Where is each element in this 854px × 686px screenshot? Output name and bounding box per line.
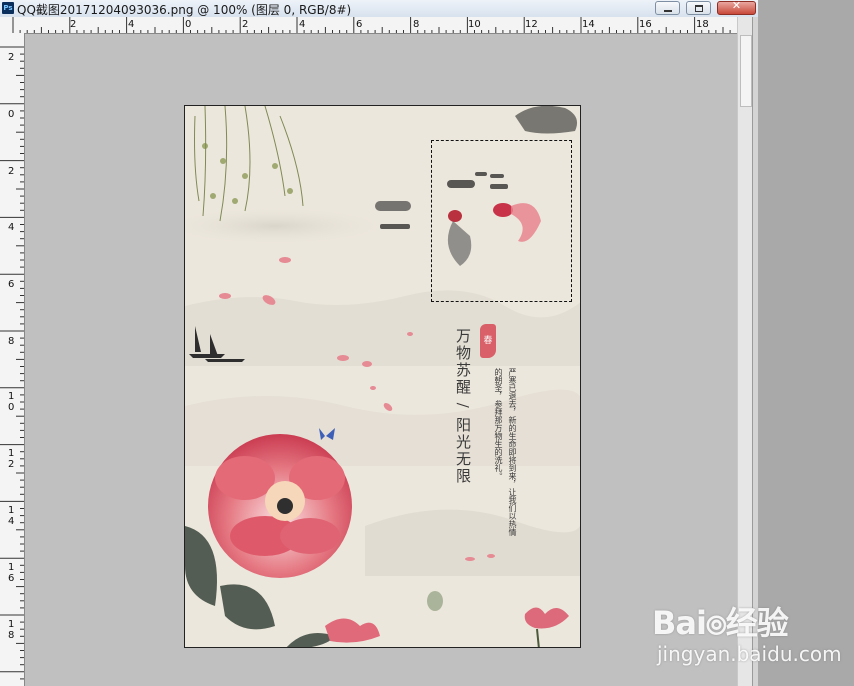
document-image[interactable]: 春 万物苏醒 / 阳光无限 严寒已退去，新的生命即将到来，让我们以热情 的朝圣，…	[184, 105, 581, 648]
ruler-label: 0	[8, 402, 14, 413]
ruler-label: 1	[8, 619, 14, 630]
ruler-label: 2	[70, 19, 76, 30]
watermark-url: jingyan.baidu.com	[657, 642, 842, 666]
ruler-label: 4	[128, 19, 134, 30]
ruler-label: 1	[8, 448, 14, 459]
maximize-button[interactable]	[686, 1, 711, 15]
close-button[interactable]: ✕	[717, 0, 756, 15]
vertical-scrollbar[interactable]	[737, 17, 753, 686]
ruler-label: 4	[8, 516, 14, 527]
ruler-label: 0	[8, 109, 14, 120]
canvas-area[interactable]: 春 万物苏醒 / 阳光无限 严寒已退去，新的生命即将到来，让我们以热情 的朝圣，…	[25, 34, 737, 686]
minimize-button[interactable]	[655, 1, 680, 15]
ruler-label: 4	[299, 19, 305, 30]
ruler-label: 10	[468, 19, 481, 30]
baidu-jingyan-watermark: Bai⦾经验 jingyan.baidu.com	[652, 598, 852, 668]
photoshop-document-window: Ps QQ截图20171204093036.png @ 100% (图层 0, …	[0, 0, 854, 686]
workspace-background	[758, 0, 854, 686]
ruler-label: 16	[639, 19, 652, 30]
willow-branches	[194, 106, 304, 222]
scrollbar-thumb[interactable]	[740, 35, 752, 107]
ruler-label: 6	[8, 573, 14, 584]
mist	[185, 206, 395, 246]
vertical-ruler-ticks: 2 0 2 4 6 8 1 0 1 2 1 4 1 6 1 8	[0, 46, 24, 680]
window-title: QQ截图20171204093036.png @ 100% (图层 0, RGB…	[17, 3, 352, 17]
vertical-ruler[interactable]: 2 0 2 4 6 8 1 0 1 2 1 4 1 6 1 8	[0, 33, 25, 686]
horizontal-ruler[interactable]: 2 4 0 2 4 6 8 10 12 14 16 18	[0, 17, 737, 34]
ruler-label: 6	[356, 19, 362, 30]
red-seal-stamp: 春	[480, 324, 496, 358]
ruler-label: 2	[8, 459, 14, 470]
ruler-label: 8	[8, 630, 14, 641]
photoshop-app-icon: Ps	[2, 2, 14, 14]
ruler-label: 2	[8, 52, 14, 63]
marquee-selection[interactable]	[431, 140, 572, 302]
ruler-label: 2	[242, 19, 248, 30]
peony-flower	[208, 434, 352, 578]
ruler-label: 14	[582, 19, 595, 30]
ruler-label: 2	[8, 166, 14, 177]
poem-line-2: 的朝圣，参拜那万物生的洗礼。	[494, 368, 503, 480]
poem-title-vertical: 万物苏醒 / 阳光无限	[454, 328, 472, 485]
ruler-label: 18	[696, 19, 709, 30]
poem-line-1: 严寒已退去，新的生命即将到来，让我们以热情	[508, 368, 517, 536]
horizontal-ruler-ticks: 2 4 0 2 4 6 8 10 12 14 16 18	[12, 17, 731, 33]
title-bar[interactable]: Ps QQ截图20171204093036.png @ 100% (图层 0, …	[0, 0, 758, 18]
lotus-flower	[325, 591, 569, 647]
ruler-label: 1	[8, 391, 14, 402]
minimize-icon	[664, 10, 672, 12]
ruler-label: 8	[8, 336, 14, 347]
ruler-label: 1	[8, 505, 14, 516]
watermark-logo: Bai⦾经验	[652, 604, 789, 642]
close-icon: ✕	[731, 0, 742, 12]
ruler-label: 6	[8, 279, 14, 290]
ruler-label: 12	[525, 19, 538, 30]
maximize-icon	[695, 5, 703, 12]
ruler-label: 0	[185, 19, 191, 30]
ruler-label: 8	[413, 19, 419, 30]
ink-rock	[515, 106, 577, 134]
mountain-layer	[365, 509, 580, 576]
ruler-label: 4	[8, 222, 14, 233]
ruler-label: 1	[8, 562, 14, 573]
